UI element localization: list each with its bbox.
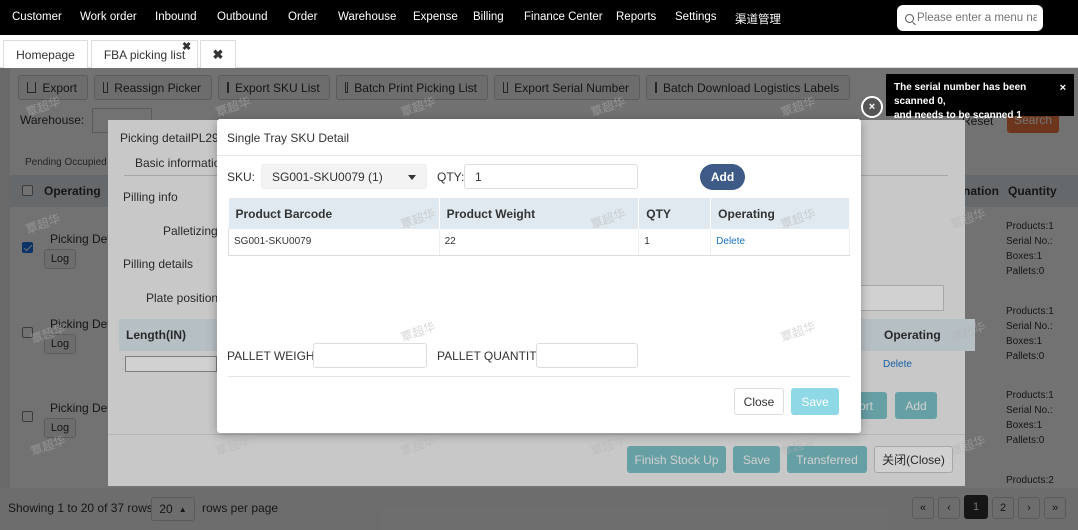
dialog-save-button[interactable]: Save — [791, 388, 839, 415]
qty-input[interactable] — [475, 169, 637, 184]
pallet-quantity-input[interactable] — [536, 343, 638, 368]
chevron-down-icon — [408, 175, 416, 180]
col-operating: Operating — [710, 198, 850, 229]
cell-operating: Delete — [710, 229, 850, 256]
dialog-save-label: Save — [801, 394, 829, 409]
add-sku-label: Add — [710, 170, 735, 184]
cell-weight: 22 — [439, 229, 640, 256]
modal-close-circle-button[interactable]: × — [861, 96, 883, 118]
table-row: SG001-SKU0079 22 1 Delete — [228, 229, 850, 256]
nav-order[interactable]: Order — [288, 11, 317, 23]
menu-search[interactable] — [897, 5, 1043, 31]
nav-inbound[interactable]: Inbound — [155, 11, 197, 23]
sku-label: SKU: — [227, 170, 256, 184]
pallet-weight-input[interactable] — [313, 343, 427, 368]
tab-homepage-label: Homepage — [16, 47, 75, 62]
sku-select-value: SG001-SKU0079 (1) — [272, 169, 383, 184]
search-icon — [905, 13, 914, 23]
qty-input-wrap[interactable] — [464, 164, 638, 189]
pallet-quantity-field[interactable] — [547, 348, 637, 363]
nav-reports[interactable]: Reports — [616, 11, 656, 23]
qty-label: QTY: — [437, 170, 465, 184]
sku-select[interactable]: SG001-SKU0079 (1) — [261, 164, 427, 189]
toast-notification: The serial number has been scanned 0, an… — [886, 74, 1074, 121]
add-sku-button[interactable]: Add — [700, 164, 745, 190]
tab-close-icon[interactable]: ✖ — [182, 40, 191, 53]
dialog-divider — [228, 376, 850, 377]
nav-settings[interactable]: Settings — [675, 11, 717, 23]
toast-line-1: The serial number has been scanned 0, — [894, 82, 1027, 107]
dialog-title: Single Tray SKU Detail — [217, 119, 861, 156]
nav-expense[interactable]: Expense — [413, 11, 458, 23]
nav-finance-center[interactable]: Finance Center — [524, 11, 603, 23]
nav-warehouse[interactable]: Warehouse — [338, 11, 396, 23]
pallet-weight-field[interactable] — [324, 348, 426, 363]
tab-homepage[interactable]: Homepage — [3, 40, 88, 68]
close-all-tabs-button[interactable]: ✖ — [200, 40, 236, 68]
toast-line-2: and needs to be scanned 1 — [894, 110, 1022, 121]
col-qty: QTY — [638, 198, 712, 229]
nav-work-order[interactable]: Work order — [80, 11, 137, 23]
close-icon: × — [868, 101, 876, 113]
close-icon: ✖ — [212, 46, 224, 62]
cell-barcode: SG001-SKU0079 — [228, 229, 440, 256]
nav-customer[interactable]: Customer — [12, 11, 62, 23]
cell-qty: 1 — [638, 229, 712, 256]
sku-table-header: Product Barcode Product Weight QTY Opera… — [228, 198, 850, 229]
toast-close-icon[interactable]: × — [1060, 81, 1066, 95]
pallet-quantity-label: PALLET QUANTITY: — [437, 349, 548, 363]
nav-outbound[interactable]: Outbound — [217, 11, 268, 23]
sku-table: Product Barcode Product Weight QTY Opera… — [228, 198, 850, 256]
tab-fba-label: FBA picking list — [103, 47, 186, 62]
menu-search-input[interactable] — [917, 12, 1037, 24]
dialog-close-label: Close — [743, 394, 775, 409]
nav-channel-management[interactable]: 渠道管理 — [735, 11, 781, 27]
single-tray-sku-dialog: Single Tray SKU Detail SKU: SG001-SKU007… — [217, 119, 861, 433]
delete-link[interactable]: Delete — [716, 236, 745, 247]
top-navbar: Customer Work order Inbound Outbound Ord… — [0, 0, 1078, 35]
col-product-barcode: Product Barcode — [228, 198, 440, 229]
pallet-weight-label: PALLET WEIGHT: — [227, 349, 324, 363]
col-product-weight: Product Weight — [439, 198, 640, 229]
dialog-close-button[interactable]: Close — [734, 388, 784, 415]
nav-billing[interactable]: Billing — [473, 11, 504, 23]
